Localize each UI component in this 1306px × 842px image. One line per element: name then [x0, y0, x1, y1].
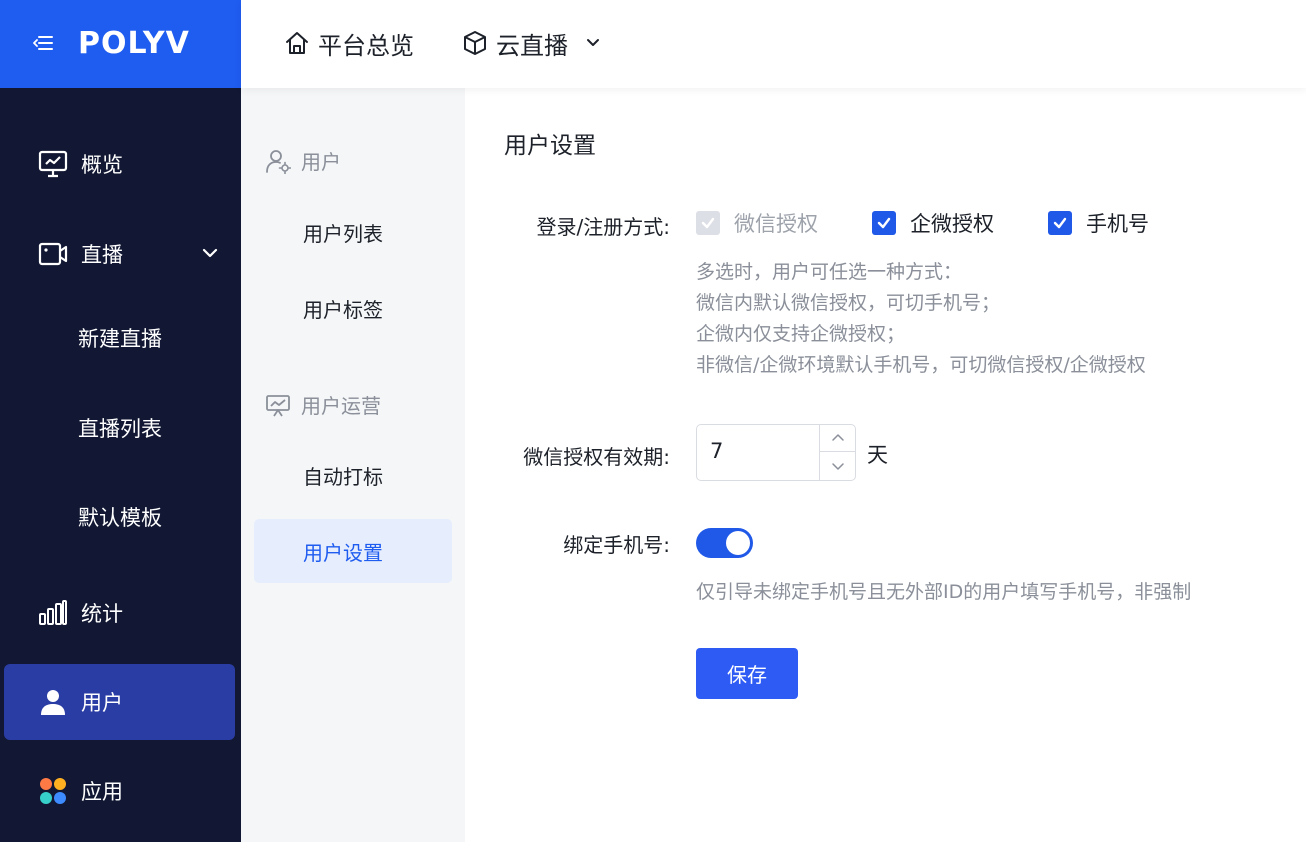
video-camera-icon — [38, 239, 68, 269]
subnav-item-user-settings[interactable]: 用户设置 — [254, 519, 452, 583]
subnav-group-ops: 用户运营 — [265, 390, 381, 419]
polyv-logo[interactable]: POLYV — [78, 24, 190, 64]
sidebar-item-default-template[interactable]: 默认模板 — [78, 502, 162, 532]
validity-unit: 天 — [867, 443, 888, 467]
login-method-help: 多选时，用户可任选一种方式： 微信内默认微信授权，可切手机号； 企微内仅支持企微… — [696, 257, 1146, 381]
sidebar-item-apps[interactable]: 应用 — [4, 753, 235, 829]
platform-overview-link[interactable]: 平台总览 — [284, 26, 414, 60]
option-phone[interactable]: 手机号 — [1048, 208, 1149, 238]
check-icon — [1053, 217, 1067, 229]
user-icon — [38, 687, 68, 717]
option-wecom-auth[interactable]: 企微授权 — [872, 208, 994, 238]
chevron-down-icon — [831, 462, 844, 470]
checkbox-disabled[interactable] — [696, 211, 720, 235]
decrement-button[interactable] — [820, 452, 855, 479]
subnav-item-user-tags[interactable]: 用户标签 — [254, 276, 452, 340]
sidebar-item-statistics[interactable]: 统计 — [4, 575, 235, 651]
check-icon — [877, 217, 891, 229]
bind-phone-help: 仅引导未绑定手机号且无外部ID的用户填写手机号，非强制 — [696, 581, 1192, 603]
bind-phone-toggle[interactable] — [696, 528, 753, 558]
help-line: 企微内仅支持企微授权； — [696, 323, 906, 345]
platform-overview-label: 平台总览 — [318, 31, 414, 60]
checkbox-checked[interactable] — [1048, 211, 1072, 235]
increment-button[interactable] — [820, 425, 855, 452]
sidebar-item-label: 用户 — [81, 691, 123, 715]
apps-icon — [38, 776, 68, 806]
validity-label: 微信授权有效期: — [523, 445, 670, 469]
chevron-down-icon — [587, 39, 599, 46]
cube-icon — [464, 31, 486, 55]
user-subnav: 用户 用户列表 用户标签 用户运营 自动打标 用户设置 — [241, 88, 465, 842]
product-switcher[interactable]: 云直播 — [462, 26, 602, 60]
option-label: 手机号 — [1086, 212, 1149, 236]
validity-stepper[interactable]: 7 — [696, 424, 856, 481]
bind-phone-label: 绑定手机号: — [563, 533, 670, 557]
main-content: 用户设置 登录/注册方式: 微信授权 企微授权 手机号 多选时，用户可任选一种方… — [465, 88, 1306, 842]
sidebar-item-new-live[interactable]: 新建直播 — [78, 323, 162, 353]
sidebar-item-label: 统计 — [81, 602, 123, 626]
user-settings-icon — [266, 149, 291, 174]
subnav-group-label: 用户 — [301, 150, 341, 174]
login-method-label: 登录/注册方式: — [536, 215, 670, 239]
subnav-item-user-list[interactable]: 用户列表 — [254, 200, 452, 264]
sidebar-item-users[interactable]: 用户 — [4, 664, 235, 740]
save-button[interactable]: 保存 — [696, 648, 798, 699]
menu-toggle-icon[interactable] — [33, 34, 53, 52]
subnav-group-label: 用户运营 — [301, 394, 381, 418]
check-icon — [701, 217, 715, 229]
sidebar-item-label: 概览 — [81, 153, 123, 177]
sidebar-item-live[interactable]: 直播 — [4, 216, 235, 292]
monitor-icon — [38, 149, 68, 179]
chevron-up-icon — [831, 434, 844, 441]
page-title: 用户设置 — [504, 133, 596, 159]
toggle-knob — [726, 531, 750, 555]
stepper-controls — [819, 425, 855, 480]
bar-chart-icon — [38, 598, 68, 628]
product-label: 云直播 — [496, 31, 568, 60]
brand-bar: POLYV — [0, 0, 241, 88]
main-sidebar: POLYV 概览 直播 新建直播 直播列表 默认模板 统计 用户 应用 — [0, 0, 241, 842]
subnav-group-user: 用户 — [265, 146, 341, 175]
home-icon — [286, 32, 308, 54]
option-label: 企微授权 — [910, 212, 994, 236]
top-bar: 平台总览 云直播 — [241, 0, 1306, 88]
help-line: 微信内默认微信授权，可切手机号； — [696, 292, 1001, 314]
sidebar-item-label: 直播 — [81, 243, 123, 267]
help-line: 多选时，用户可任选一种方式： — [696, 261, 963, 283]
sidebar-item-overview[interactable]: 概览 — [4, 126, 235, 202]
presentation-icon — [266, 394, 290, 416]
option-wechat-auth[interactable]: 微信授权 — [696, 208, 818, 238]
option-label: 微信授权 — [734, 212, 818, 236]
sidebar-item-label: 应用 — [81, 780, 123, 804]
chevron-down-icon[interactable] — [201, 244, 219, 262]
subnav-item-auto-tag[interactable]: 自动打标 — [254, 443, 452, 507]
checkbox-checked[interactable] — [872, 211, 896, 235]
sidebar-item-live-list[interactable]: 直播列表 — [78, 413, 162, 443]
help-line: 非微信/企微环境默认手机号，可切微信授权/企微授权 — [696, 354, 1146, 376]
validity-input[interactable]: 7 — [710, 439, 723, 463]
